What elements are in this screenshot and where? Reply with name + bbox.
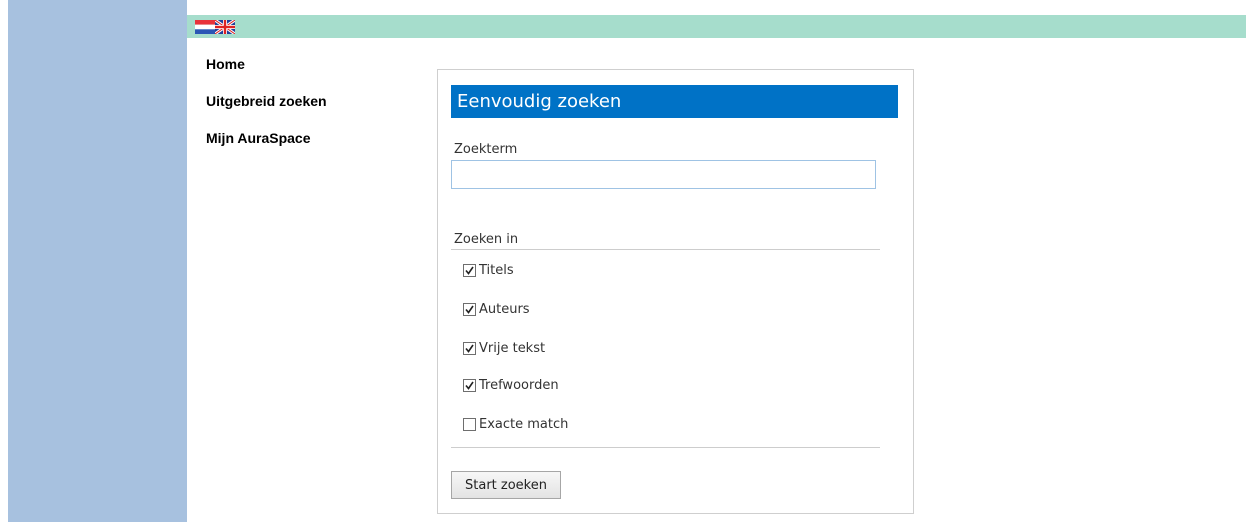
option-free-text[interactable]: Vrije tekst [463, 341, 545, 356]
option-titles[interactable]: Titels [463, 263, 514, 278]
main-nav: Home Uitgebreid zoeken Mijn AuraSpace [206, 56, 327, 167]
start-search-button[interactable]: Start zoeken [451, 471, 561, 499]
flag-uk-icon[interactable] [214, 18, 236, 36]
search-term-label: Zoekterm [454, 142, 518, 157]
option-label: Titels [479, 263, 514, 278]
search-in-label: Zoeken in [454, 232, 519, 247]
checkbox-keywords[interactable] [463, 379, 476, 392]
panel-title: Eenvoudig zoeken [451, 85, 898, 118]
divider [451, 447, 880, 448]
checkbox-titles[interactable] [463, 264, 476, 277]
option-keywords[interactable]: Trefwoorden [463, 378, 559, 393]
flag-nl-icon[interactable] [195, 19, 215, 34]
option-label: Exacte match [479, 417, 569, 432]
checkmark-icon [465, 266, 474, 275]
checkmark-icon [465, 305, 474, 314]
nav-item-home[interactable]: Home [206, 56, 327, 73]
option-authors[interactable]: Auteurs [463, 302, 530, 317]
option-exact-match[interactable]: Exacte match [463, 417, 568, 432]
checkmark-icon [465, 381, 474, 390]
left-sidebar-strip [8, 0, 187, 522]
top-bar [187, 15, 1246, 38]
divider [451, 249, 880, 250]
nav-item-my-auraspace[interactable]: Mijn AuraSpace [206, 130, 327, 147]
nav-item-advanced-search[interactable]: Uitgebreid zoeken [206, 93, 327, 110]
option-label: Auteurs [479, 302, 530, 317]
checkbox-exact-match[interactable] [463, 418, 476, 431]
option-label: Trefwoorden [479, 378, 559, 393]
checkbox-authors[interactable] [463, 303, 476, 316]
checkbox-free-text[interactable] [463, 342, 476, 355]
checkmark-icon [465, 344, 474, 353]
option-label: Vrije tekst [479, 341, 546, 356]
search-input[interactable] [451, 160, 876, 189]
simple-search-panel: Eenvoudig zoeken Zoekterm Zoeken in Tite… [437, 69, 914, 514]
